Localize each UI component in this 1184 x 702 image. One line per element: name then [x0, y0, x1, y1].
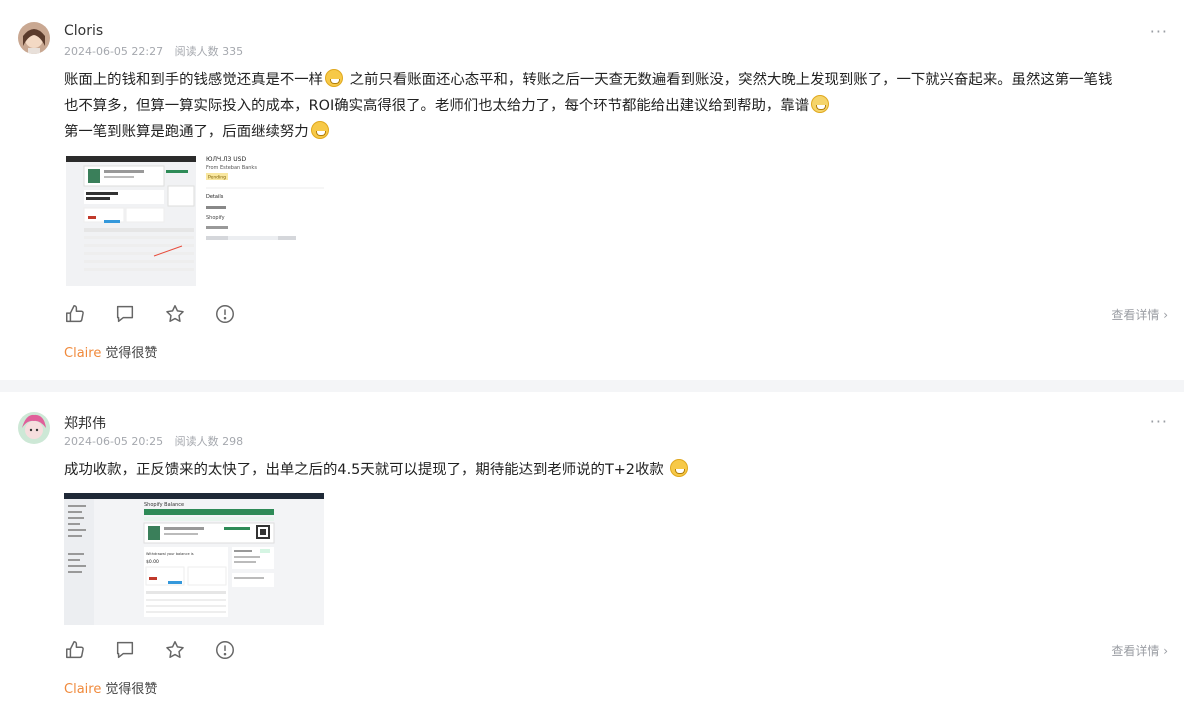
avatar[interactable] — [18, 412, 50, 444]
comment-button[interactable] — [114, 638, 164, 662]
details-heading: Details — [206, 194, 224, 200]
post-meta: 2024-06-05 20:25 阅读人数 298 — [64, 433, 243, 449]
star-icon — [166, 305, 184, 322]
post-date: 2024-06-05 22:27 — [64, 45, 164, 58]
post-content: 成功收款，正反馈来的太快了，出单之后的4.5天就可以提现了，期待能达到老师说的T… — [64, 457, 1160, 483]
comment-button[interactable] — [114, 302, 164, 326]
liker-name[interactable]: Claire — [64, 346, 101, 361]
content-line: 第一笔到账算是跑通了，后面继续努力 — [64, 119, 1160, 145]
report-icon — [216, 641, 234, 659]
more-icon[interactable]: ··· — [1150, 22, 1168, 41]
attached-image[interactable]: ЮЛЧ.ЛЗ USD From Esteban Banks Pending De… — [64, 156, 326, 286]
payout-method: Shopify — [206, 215, 225, 221]
favorite-button[interactable] — [164, 638, 214, 662]
report-button[interactable] — [214, 302, 264, 326]
report-button[interactable] — [214, 638, 264, 662]
thumb-up-icon — [66, 641, 84, 659]
status-badge: Pending — [208, 175, 226, 181]
post-card: 郑邦伟 2024-06-05 20:25 阅读人数 298 ··· 成功收款，正… — [0, 392, 1184, 702]
view-detail-link[interactable]: 查看详情 › — [1111, 642, 1168, 659]
more-icon[interactable]: ··· — [1150, 412, 1168, 431]
like-button[interactable] — [64, 638, 114, 662]
shot-summary-amount: $0.00 — [146, 559, 159, 565]
post-meta: 2024-06-05 22:27 阅读人数 335 — [64, 43, 243, 59]
report-icon — [216, 305, 234, 323]
liked-by: Claire 觉得很赞 — [64, 678, 157, 697]
view-detail-link[interactable]: 查看详情 › — [1111, 306, 1168, 323]
post-content: 账面上的钱和到手的钱感觉还真是不一样 之前只看账面还心态平和，转账之后一天查无数… — [64, 67, 1160, 145]
content-line: 成功收款，正反馈来的太快了，出单之后的4.5天就可以提现了，期待能达到老师说的T… — [64, 457, 1160, 483]
payout-title: ЮЛЧ.ЛЗ USD — [206, 156, 246, 163]
read-count: 阅读人数 298 — [174, 435, 244, 448]
liked-text: 觉得很赞 — [105, 346, 158, 361]
post-date: 2024-06-05 20:25 — [64, 435, 164, 448]
avatar[interactable] — [18, 22, 50, 54]
liked-by: Claire 觉得很赞 — [64, 342, 157, 361]
comment-icon — [116, 641, 134, 659]
action-bar — [64, 302, 264, 326]
comment-icon — [116, 305, 134, 323]
grin-emoji-icon — [670, 459, 689, 477]
liked-text: 觉得很赞 — [105, 682, 158, 697]
shot-summary-label: Withdrawal your balance is — [146, 552, 194, 556]
read-count: 阅读人数 335 — [174, 45, 244, 58]
favorite-button[interactable] — [164, 302, 214, 326]
content-line: 账面上的钱和到手的钱感觉还真是不一样 之前只看账面还心态平和，转账之后一天查无数… — [64, 67, 1160, 93]
author-name[interactable]: Cloris — [64, 23, 103, 39]
author-name[interactable]: 郑邦伟 — [64, 413, 106, 433]
star-icon — [166, 641, 184, 658]
content-line: 也不算多，但算一算实际投入的成本，ROI确实高得很了。老师们也太给力了，每个环节… — [64, 93, 1160, 119]
like-button[interactable] — [64, 302, 114, 326]
thinking-emoji-icon — [811, 95, 830, 113]
chevron-right-icon: › — [1163, 308, 1168, 322]
thumb-up-icon — [66, 305, 84, 323]
action-bar — [64, 638, 264, 662]
liker-name[interactable]: Claire — [64, 682, 101, 697]
grin-emoji-icon — [310, 121, 329, 139]
payout-from: From Esteban Banks — [206, 165, 257, 171]
post-card: Cloris 2024-06-05 22:27 阅读人数 335 ··· 账面上… — [0, 0, 1184, 380]
grin-emoji-icon — [325, 69, 344, 87]
chevron-right-icon: › — [1163, 644, 1168, 658]
shot-page-title: Shopify Balance — [144, 502, 184, 508]
attached-image[interactable]: Shopify Balance Withdrawal your balance … — [64, 493, 324, 625]
